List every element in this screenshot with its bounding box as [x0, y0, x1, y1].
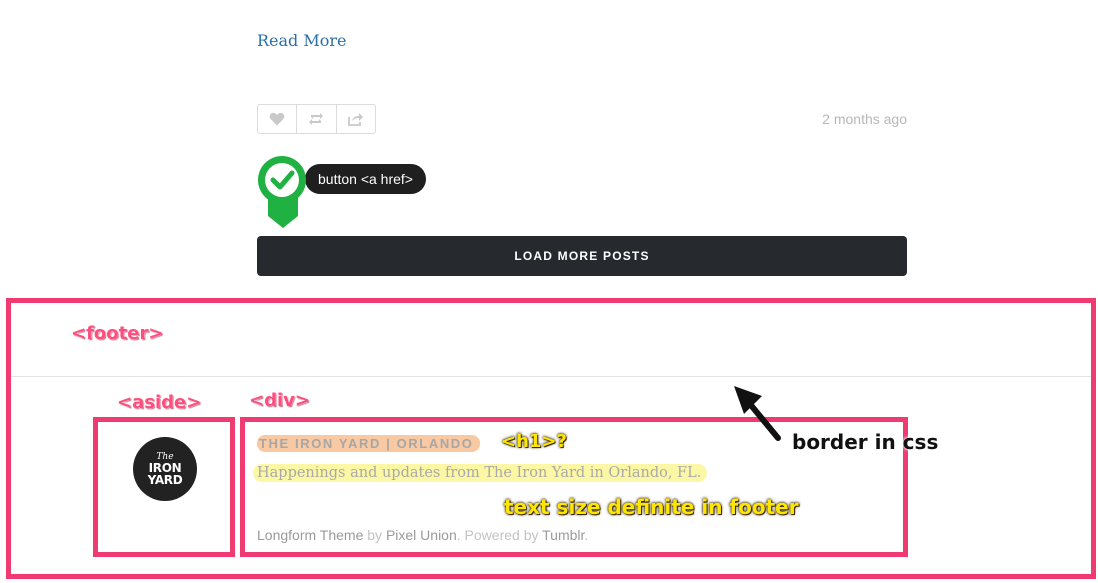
button-annotation-label: button <a href>: [305, 164, 426, 194]
border-annotation-label: border in css: [792, 430, 939, 454]
reblog-icon: [309, 113, 324, 125]
credit-powered: . Powered by: [456, 527, 543, 543]
iron-yard-logo[interactable]: The IRON YARD: [133, 437, 197, 501]
post-actions: [257, 104, 376, 134]
text-size-annotation-label: text size definite in footer: [504, 495, 799, 519]
like-button[interactable]: [258, 105, 298, 133]
reblog-button[interactable]: [297, 105, 337, 133]
platform-link[interactable]: Tumblr: [542, 527, 584, 543]
logo-text-iron: IRON: [148, 460, 182, 475]
read-more-link[interactable]: Read More: [257, 31, 347, 50]
site-tagline: Happenings and updates from The Iron Yar…: [253, 464, 708, 482]
site-title[interactable]: THE IRON YARD | ORLANDO: [257, 435, 480, 452]
share-button[interactable]: [337, 105, 375, 133]
credit-end: .: [584, 527, 589, 543]
share-icon: [347, 113, 363, 126]
author-link[interactable]: Pixel Union: [386, 527, 457, 543]
footer-divider: [11, 376, 1091, 377]
footer-credit: Longform Theme by Pixel Union. Powered b…: [257, 527, 588, 543]
footer-annotation-label: <footer>: [71, 323, 164, 344]
load-more-button[interactable]: LOAD MORE POSTS: [257, 236, 907, 276]
credit-by: by: [363, 527, 386, 543]
theme-link[interactable]: Longform Theme: [257, 527, 363, 543]
check-marker-icon: [258, 156, 306, 228]
arrow-icon: [734, 386, 781, 441]
heart-icon: [269, 112, 285, 126]
logo-text-yard: YARD: [147, 472, 183, 487]
post-time: 2 months ago: [822, 111, 907, 127]
h1-annotation-label: <h1>?: [501, 431, 567, 452]
div-annotation-label: <div>: [249, 390, 310, 411]
aside-annotation-label: <aside>: [117, 392, 202, 413]
